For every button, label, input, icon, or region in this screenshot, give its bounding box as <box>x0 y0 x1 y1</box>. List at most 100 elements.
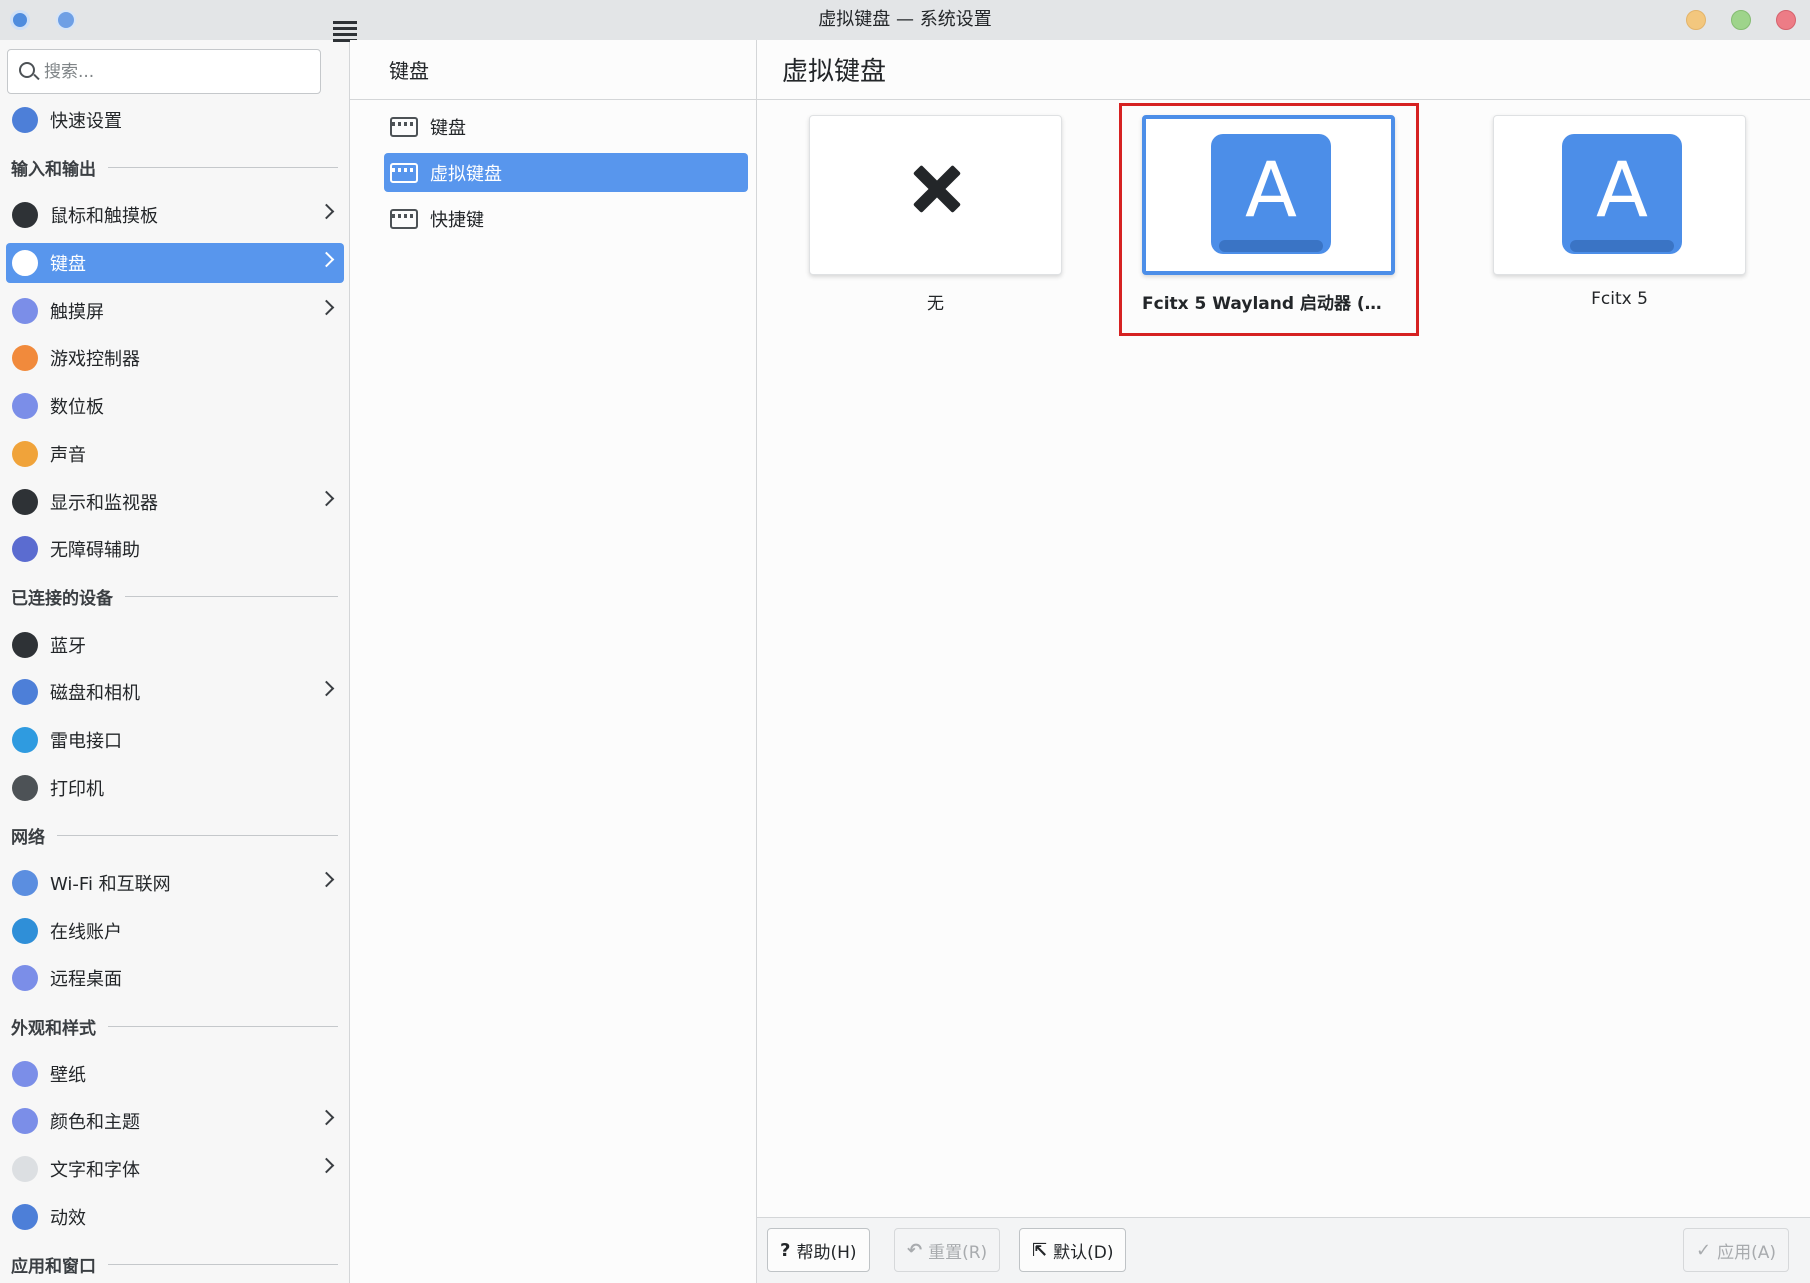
help-button[interactable]: ? 帮助(H) <box>767 1228 870 1272</box>
keyboard-icon <box>390 116 418 137</box>
subcategory-item-label: 虚拟键盘 <box>430 163 502 185</box>
chevron-right-icon <box>318 1110 335 1126</box>
tablet-icon <box>12 393 38 420</box>
accessibility-icon <box>12 536 38 563</box>
option-label: Fcitx 5 <box>1591 289 1648 309</box>
apply-button[interactable]: ✓ 应用(A) <box>1683 1228 1789 1272</box>
sidebar-item-online-accounts[interactable]: 在线账户 <box>6 911 344 951</box>
sidebar-item-disks-cameras[interactable]: 磁盘和相机 <box>6 672 344 712</box>
sidebar-section-heading: 已连接的设备 <box>6 577 344 617</box>
quick-settings-icon <box>12 107 38 133</box>
sidebar-section-heading: 外观和样式 <box>6 1006 344 1046</box>
defaults-button[interactable]: ⇱ 默认(D) <box>1019 1228 1127 1272</box>
subcategory-item-shortcuts[interactable]: 快捷键 <box>384 199 748 238</box>
sidebar-item-keyboard[interactable]: 键盘 <box>6 243 344 284</box>
wallpaper-icon <box>12 1060 38 1087</box>
option-tile[interactable] <box>809 115 1062 275</box>
sidebar-item-wifi-internet[interactable]: Wi-Fi 和互联网 <box>6 863 344 903</box>
selection-highlight-box <box>1119 103 1419 336</box>
sidebar-item-label: 游戏控制器 <box>50 349 140 371</box>
sidebar-item-label: 数位板 <box>50 397 104 419</box>
sidebar-item-text-fonts[interactable]: 文字和字体 <box>6 1149 344 1189</box>
thunderbolt-icon <box>12 726 38 753</box>
chevron-right-icon <box>318 871 335 888</box>
close-button[interactable] <box>1776 10 1796 30</box>
subcategory-item-virtual-keyboard[interactable]: 虚拟键盘 <box>384 153 748 192</box>
chevron-right-icon <box>318 490 335 506</box>
maximize-button[interactable] <box>1731 10 1751 30</box>
display-icon <box>12 488 38 515</box>
input-method-icon: A <box>1562 134 1682 254</box>
sidebar-section-heading: 输入和输出 <box>6 148 344 188</box>
subcategory-panel: 键盘 键盘虚拟键盘快捷键 <box>350 40 757 1283</box>
sidebar-item-label: 蓝牙 <box>50 635 86 657</box>
sidebar-item-remote-desktop[interactable]: 远程桌面 <box>6 958 344 998</box>
sidebar-item-wallpaper[interactable]: 壁纸 <box>6 1054 344 1094</box>
subcategory-item-label: 快捷键 <box>430 209 484 231</box>
keyboard-icon <box>390 162 418 183</box>
printer-icon <box>12 774 38 801</box>
sidebar-item-quick-settings[interactable]: 快速设置 <box>6 100 344 140</box>
option-card-fcitx5[interactable]: A Fcitx 5 <box>1493 115 1746 309</box>
page-title: 虚拟键盘 <box>757 40 1810 100</box>
x-icon <box>911 164 961 214</box>
hamburger-menu-icon[interactable] <box>333 21 357 42</box>
sidebar-item-colors-themes[interactable]: 颜色和主题 <box>6 1101 344 1141</box>
search-box <box>7 49 321 94</box>
search-input[interactable] <box>44 58 304 86</box>
sidebar-item-label: 键盘 <box>50 254 86 276</box>
sidebar-item-display[interactable]: 显示和监视器 <box>6 482 344 522</box>
remote-desktop-icon <box>12 965 38 992</box>
sidebar-item-accessibility[interactable]: 无障碍辅助 <box>6 529 344 569</box>
speaker-icon <box>12 440 38 467</box>
undo-icon: ↶ <box>907 1239 923 1261</box>
touchscreen-icon <box>12 297 38 324</box>
minimize-button[interactable] <box>1686 10 1706 30</box>
sidebar-item-animations[interactable]: 动效 <box>6 1197 344 1237</box>
sidebar-item-label: 颜色和主题 <box>50 1112 140 1134</box>
sidebar-item-printers[interactable]: 打印机 <box>6 768 344 808</box>
window-title: 虚拟键盘 — 系统设置 <box>818 9 992 30</box>
sidebar-item-touchscreen[interactable]: 触摸屏 <box>6 291 344 331</box>
sidebar-item-label: 快速设置 <box>50 111 122 132</box>
sidebar-section-heading: 网络 <box>6 815 344 855</box>
search-icon <box>19 62 35 78</box>
sidebar-item-label: 显示和监视器 <box>50 492 158 514</box>
option-tile[interactable]: A <box>1493 115 1746 275</box>
sidebar-item-label: 在线账户 <box>50 921 122 943</box>
sidebar-item-label: 壁纸 <box>50 1064 86 1086</box>
sidebar-item-label: Wi-Fi 和互联网 <box>50 874 171 895</box>
chevron-right-icon <box>318 204 335 220</box>
defaults-icon: ⇱ <box>1032 1239 1048 1261</box>
sidebar-item-label: 文字和字体 <box>50 1160 140 1182</box>
sidebar-item-mouse-touchpad[interactable]: 鼠标和触摸板 <box>6 195 344 235</box>
sidebar-item-label: 磁盘和相机 <box>50 683 140 705</box>
sidebar-item-tablet[interactable]: 数位板 <box>6 386 344 426</box>
mouse-icon <box>12 202 38 229</box>
cloud-icon <box>12 917 38 944</box>
sidebar-item-label: 触摸屏 <box>50 301 104 323</box>
sidebar-item-thunderbolt[interactable]: 雷电接口 <box>6 720 344 760</box>
colors-icon <box>12 1108 38 1135</box>
sidebar-item-label: 动效 <box>50 1207 86 1229</box>
title-bar: 虚拟键盘 — 系统设置 <box>0 0 1810 40</box>
sidebar-item-bluetooth[interactable]: 蓝牙 <box>6 625 344 665</box>
bluetooth-icon <box>12 631 38 658</box>
chevron-right-icon <box>318 251 335 268</box>
check-icon: ✓ <box>1696 1239 1712 1261</box>
subcategory-title: 键盘 <box>350 40 756 100</box>
sidebar-item-label: 声音 <box>50 444 86 466</box>
option-card-none[interactable]: 无 <box>809 115 1062 314</box>
help-icon: ? <box>780 1239 791 1261</box>
gamepad-icon <box>12 345 38 372</box>
reset-button[interactable]: ↶ 重置(R) <box>894 1228 1001 1272</box>
subcategory-item-keyboard[interactable]: 键盘 <box>384 107 748 146</box>
sidebar-item-game-controller[interactable]: 游戏控制器 <box>6 338 344 378</box>
sidebar-item-label: 雷电接口 <box>50 730 122 752</box>
font-icon <box>12 1156 38 1183</box>
sidebar-item-label: 打印机 <box>50 778 104 800</box>
button-bar: ? 帮助(H) ↶ 重置(R) ⇱ 默认(D) ✓ 应用(A) <box>757 1217 1810 1283</box>
sidebar-item-sound[interactable]: 声音 <box>6 434 344 474</box>
keyboard-icon <box>12 250 38 277</box>
option-label: 无 <box>927 294 944 314</box>
